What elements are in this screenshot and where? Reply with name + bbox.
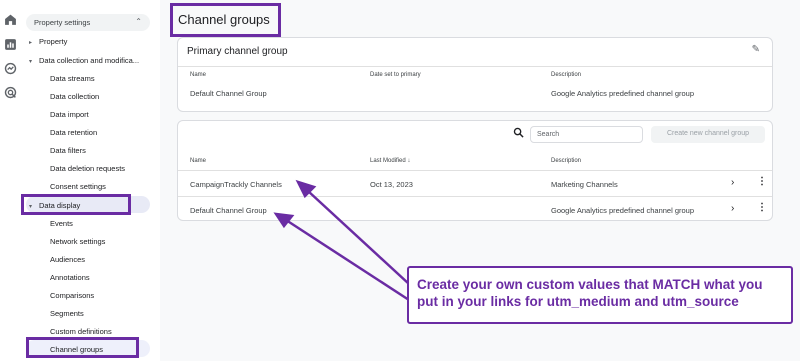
column-header-label: Last Modified	[370, 158, 406, 164]
sidebar-item-custom-definitions[interactable]: Custom definitions	[50, 327, 112, 336]
group-row-name[interactable]: Default Channel Group	[190, 206, 267, 215]
collapse-arrow-icon: ▾	[29, 59, 33, 65]
group-row-description: Marketing Channels	[551, 180, 618, 189]
sidebar-item-data-collection[interactable]: ▾ Data collection and modifica...	[29, 56, 139, 65]
column-header-description: Description	[551, 72, 582, 78]
sidebar-item-data-streams[interactable]: Data streams	[50, 74, 95, 83]
data-display-highlight-box	[21, 194, 131, 215]
nav-rail	[0, 0, 22, 361]
sidebar-item-data-retention[interactable]: Data retention	[50, 128, 97, 137]
sidebar-item-segments[interactable]: Segments	[50, 309, 84, 318]
explore-icon[interactable]	[4, 62, 17, 75]
sidebar-item-data-deletion[interactable]: Data deletion requests	[50, 164, 125, 173]
divider	[178, 66, 772, 67]
search-input[interactable]: Search	[530, 126, 643, 143]
sidebar-item-data-filters[interactable]: Data filters	[50, 146, 86, 155]
edit-pencil-icon[interactable]: ✎	[752, 44, 760, 55]
sidebar-item-audiences[interactable]: Audiences	[50, 255, 85, 264]
chevron-right-icon[interactable]: ›	[731, 203, 734, 214]
sidebar-item-comparisons[interactable]: Comparisons	[50, 291, 94, 300]
sidebar-item-data-import[interactable]: Data import	[50, 110, 89, 119]
column-header-name: Name	[190, 158, 207, 164]
sidebar-item-network[interactable]: Network settings	[50, 237, 105, 246]
property-settings-header[interactable]: Property settings ⌃	[26, 14, 150, 31]
chevron-right-icon[interactable]: ›	[731, 177, 734, 188]
sidebar-item-label: Data collection and modifica...	[39, 56, 140, 65]
home-icon[interactable]	[4, 13, 17, 26]
group-row-name[interactable]: CampaignTrackly Channels	[190, 180, 282, 189]
primary-channel-group-card: Primary channel group ✎ Name Date set to…	[177, 37, 773, 112]
more-vert-icon[interactable]: ⋮	[757, 176, 767, 187]
sidebar-item-data-collection-sub[interactable]: Data collection	[50, 92, 99, 101]
channel-groups-highlight-box	[26, 337, 139, 358]
group-row-description: Google Analytics predefined channel grou…	[551, 206, 695, 215]
group-row-modified: Oct 13, 2023	[370, 180, 413, 189]
chevron-up-icon: ⌃	[135, 17, 142, 26]
callout-line-1: Create your own custom values that MATCH…	[417, 277, 763, 292]
callout-line-2: put in your links for utm_medium and utm…	[417, 294, 739, 309]
divider	[178, 170, 772, 171]
column-header-name: Name	[190, 72, 207, 78]
channel-groups-table-card: Search Create new channel group Name Las…	[177, 120, 773, 221]
create-channel-group-button[interactable]: Create new channel group	[651, 126, 765, 143]
column-header-last-modified[interactable]: Last Modified ↓	[370, 158, 410, 164]
sort-arrow-down-icon: ↓	[407, 158, 411, 164]
annotation-callout: Create your own custom values that MATCH…	[407, 266, 793, 324]
sidebar-item-property[interactable]: ▸ Property	[29, 37, 67, 46]
divider	[178, 196, 772, 197]
property-settings-label: Property settings	[34, 18, 91, 27]
sidebar-item-events[interactable]: Events	[50, 219, 73, 228]
advertising-icon[interactable]	[4, 86, 17, 99]
sidebar-item-label: Property	[39, 37, 68, 46]
primary-row-description: Google Analytics predefined channel grou…	[551, 89, 695, 98]
sidebar-item-consent[interactable]: Consent settings	[50, 182, 106, 191]
column-header-date: Date set to primary	[370, 72, 421, 78]
settings-sidebar: Property settings ⌃ ▸ Property ▾ Data coll…	[22, 0, 160, 361]
primary-row-name: Default Channel Group	[190, 89, 267, 98]
more-vert-icon[interactable]: ⋮	[757, 202, 767, 213]
column-header-description: Description	[551, 158, 582, 164]
expand-arrow-icon: ▸	[29, 40, 33, 46]
title-highlight-box	[170, 3, 281, 37]
search-icon[interactable]	[513, 127, 524, 138]
primary-card-title: Primary channel group	[187, 46, 288, 57]
sidebar-item-annotations[interactable]: Annotations	[50, 273, 90, 282]
reports-icon[interactable]	[4, 38, 17, 51]
